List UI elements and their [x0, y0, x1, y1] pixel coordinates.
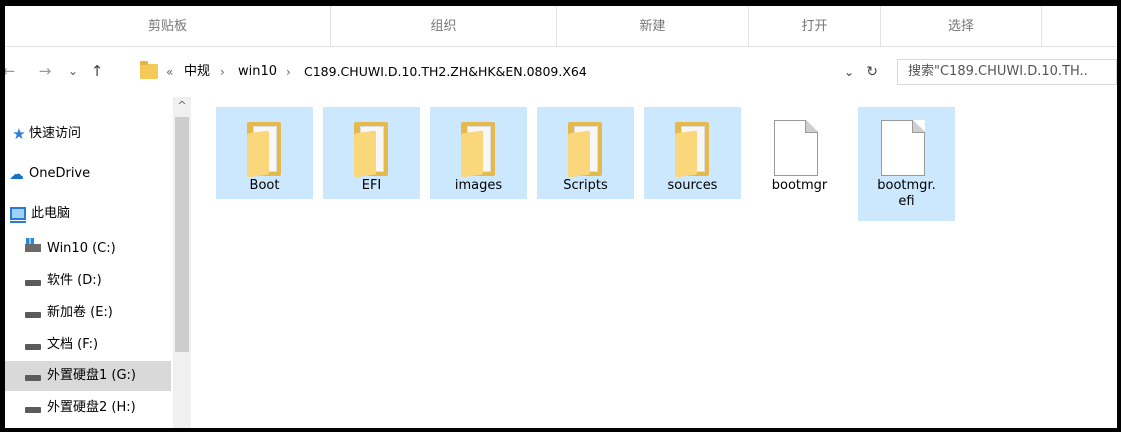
folder-item-images[interactable]: images [430, 107, 527, 199]
up-button[interactable]: ↑ [87, 51, 107, 91]
sidebar-item-label: 文档 (F:) [47, 337, 99, 352]
sidebar-item-drive-h[interactable]: 外置硬盘2 (H:) [5, 393, 171, 423]
folder-icon [675, 122, 709, 178]
back-button[interactable]: ← [5, 51, 19, 91]
navigation-scrollbar[interactable]: ^ [173, 97, 191, 428]
drive-icon [25, 312, 41, 318]
folder-item-sources[interactable]: sources [644, 107, 741, 199]
address-row: ← → ⌄ ↑ « 中规 › win10 › C189.CHUWI.D.10.T… [5, 51, 1117, 91]
folder-icon [461, 122, 495, 178]
computer-icon-base [10, 221, 26, 223]
drive-icon [25, 344, 41, 350]
navigation-pane: ★ 快速访问 ☁ OneDrive 此电脑 Win10 (C:) 软件 (D:)… [5, 97, 173, 428]
file-name: EFI [361, 178, 382, 193]
computer-icon [10, 207, 26, 220]
ribbon-group-open[interactable]: 打开 [749, 6, 881, 47]
folder-icon [568, 122, 602, 178]
folder-icon [140, 61, 158, 79]
ribbon-group-organize[interactable]: 组织 [331, 6, 557, 47]
sidebar-item-label: 外置硬盘1 (G:) [47, 368, 137, 383]
file-name: sources [667, 178, 718, 193]
recent-locations-button[interactable]: ⌄ [65, 51, 81, 91]
drive-icon [25, 407, 41, 413]
file-list: Boot EFI images Scripts sources bootmgr … [191, 97, 1117, 428]
breadcrumb-item[interactable]: C189.CHUWI.D.10.TH2.ZH&HK&EN.0809.X64 [304, 60, 587, 84]
scrollbar-thumb[interactable] [175, 117, 189, 352]
sidebar-item-label: 此电脑 [31, 206, 71, 221]
sidebar-item-this-pc[interactable]: 此电脑 [5, 199, 171, 229]
cloud-icon: ☁ [9, 165, 24, 183]
file-item-bootmgr[interactable]: bootmgr [751, 107, 848, 199]
sidebar-item-label: 外置硬盘2 (H:) [47, 400, 136, 415]
windows-drive-icon [25, 238, 41, 252]
file-name: Boot [249, 178, 280, 193]
breadcrumb-separator[interactable]: › [220, 60, 225, 84]
sidebar-item-label: 新加卷 (E:) [47, 305, 113, 320]
breadcrumb-separator[interactable]: › [286, 60, 291, 84]
ribbon: 剪贴板 组织 新建 打开 选择 [5, 6, 1117, 47]
breadcrumb-item[interactable]: 中规 [184, 60, 210, 84]
folder-item-boot[interactable]: Boot [216, 107, 313, 199]
folder-item-scripts[interactable]: Scripts [537, 107, 634, 199]
sidebar-item-quick-access[interactable]: ★ 快速访问 [5, 119, 171, 149]
star-icon: ★ [12, 125, 26, 143]
search-input[interactable]: 搜索"C189.CHUWI.D.10.TH.. [897, 59, 1117, 85]
file-name: bootmgr [771, 178, 828, 193]
address-bar[interactable]: « 中规 › win10 › C189.CHUWI.D.10.TH2.ZH&HK… [135, 59, 885, 85]
breadcrumb-item[interactable]: win10 [238, 60, 277, 84]
folder-item-efi[interactable]: EFI [323, 107, 420, 199]
sidebar-item-drive-f[interactable]: 文档 (F:) [5, 330, 171, 360]
ribbon-group-select[interactable]: 选择 [881, 6, 1042, 47]
file-icon [881, 120, 925, 176]
drive-icon [25, 375, 41, 381]
folder-icon [354, 122, 388, 178]
sidebar-item-label: Win10 (C:) [47, 241, 116, 256]
forward-button[interactable]: → [35, 51, 55, 91]
sidebar-item-drive-e[interactable]: 新加卷 (E:) [5, 298, 171, 328]
folder-icon [247, 122, 281, 178]
breadcrumb-overflow[interactable]: « [166, 60, 173, 84]
refresh-icon[interactable]: ↻ [866, 60, 878, 84]
scroll-up-icon[interactable]: ^ [173, 97, 191, 115]
ribbon-group-new[interactable]: 新建 [557, 6, 749, 47]
address-dropdown-icon[interactable]: ⌄ [844, 60, 854, 84]
sidebar-item-drive-d[interactable]: 软件 (D:) [5, 266, 171, 296]
ribbon-group-clipboard[interactable]: 剪贴板 [5, 6, 331, 47]
sidebar-item-label: 软件 (D:) [47, 273, 102, 288]
sidebar-item-drive-g[interactable]: 外置硬盘1 (G:) [5, 361, 171, 391]
file-item-bootmgr-efi[interactable]: bootmgr.efi [858, 107, 955, 221]
file-name: bootmgr.efi [877, 178, 936, 209]
sidebar-item-drive-c[interactable]: Win10 (C:) [5, 234, 171, 264]
explorer-window: 剪贴板 组织 新建 打开 选择 ← → ⌄ ↑ « 中规 › win10 › C… [5, 6, 1117, 428]
sidebar-item-label: 快速访问 [29, 126, 82, 141]
drive-icon [25, 280, 41, 286]
file-name: images [454, 178, 503, 193]
file-icon [774, 120, 818, 176]
sidebar-item-onedrive[interactable]: ☁ OneDrive [5, 159, 171, 189]
file-name: Scripts [563, 178, 608, 193]
sidebar-item-label: OneDrive [29, 166, 91, 181]
